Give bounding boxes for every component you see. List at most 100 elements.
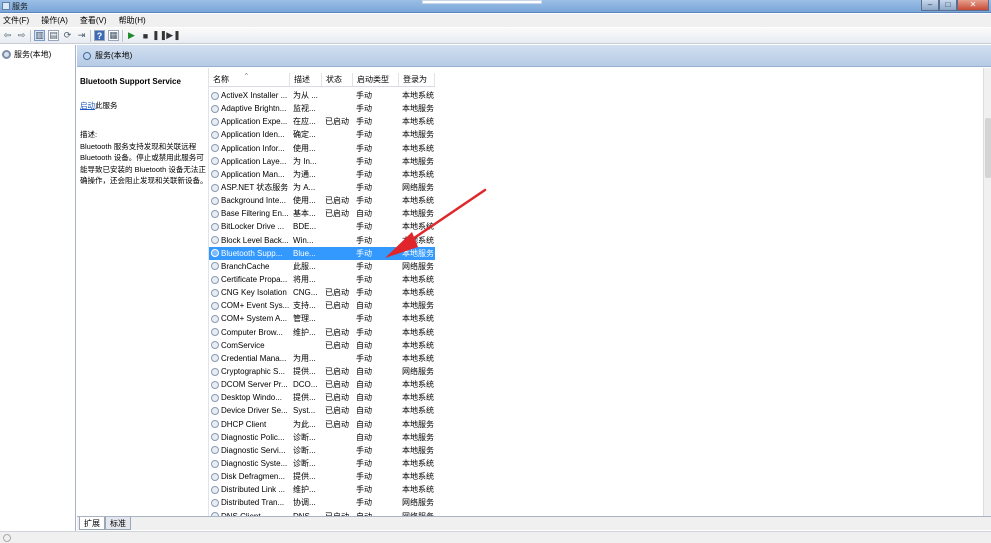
service-gear-icon: [211, 393, 219, 402]
service-row[interactable]: Credential Mana... 为用... 手动 本地系统: [209, 352, 435, 365]
service-name-text: Application Expe...: [221, 117, 288, 127]
service-row[interactable]: ActiveX Installer ... 为从 ... 手动 本地系统: [209, 89, 435, 102]
service-row[interactable]: COM+ System A... 管理... 手动 本地系统: [209, 312, 435, 325]
service-row[interactable]: ASP.NET 状态服务为 A... 手动 网络服务: [209, 181, 435, 194]
column-header-name[interactable]: 名称 ^: [209, 73, 290, 86]
menu-help[interactable]: 帮助(H): [119, 15, 146, 26]
service-description-cell: 支持...: [293, 301, 316, 311]
tab-standard[interactable]: 标准: [105, 517, 131, 530]
properties-sheet-icon[interactable]: ▤: [48, 30, 59, 41]
service-logon-cell: 本地服务: [402, 248, 434, 258]
service-row[interactable]: Cryptographic S... 提供... 已启动 自动 网络服务: [209, 365, 435, 378]
close-button[interactable]: ✕: [957, 0, 989, 11]
tree-node-services-local[interactable]: 服务(本地): [2, 49, 51, 60]
service-row[interactable]: Background Inte... 使用... 已启动 手动 本地系统: [209, 194, 435, 207]
service-row[interactable]: Device Driver Se... Syst... 已启动 自动 本地系统: [209, 404, 435, 417]
service-row[interactable]: Application Man... 为通... 手动 本地系统: [209, 168, 435, 181]
service-row[interactable]: Application Iden... 确定... 手动 本地服务: [209, 128, 435, 141]
content-header: 服务(本地): [77, 45, 991, 67]
column-header-startup-type[interactable]: 启动类型: [353, 73, 399, 86]
service-gear-icon: [211, 446, 219, 455]
forward-arrow-icon[interactable]: ⇨: [16, 30, 27, 41]
service-status-cell: 已启动: [325, 196, 349, 206]
service-logon-cell: 本地系统: [402, 169, 434, 179]
service-logon-cell: 本地服务: [402, 445, 434, 455]
service-row[interactable]: Bluetooth Supp... Blue... 手动 本地服务: [209, 246, 435, 260]
service-name-cell: COM+ Event Sys...: [209, 301, 290, 310]
start-service-line: 启动此服务: [80, 100, 204, 112]
service-row[interactable]: Computer Brow... 维护... 已启动 手动 本地系统: [209, 326, 435, 339]
restart-service-icon[interactable]: ▶❚: [166, 30, 180, 41]
maximize-button[interactable]: □: [939, 0, 957, 11]
scrollbar-thumb[interactable]: [985, 118, 991, 178]
service-row[interactable]: Diagnostic Syste... 诊断... 手动 本地系统: [209, 457, 435, 470]
tab-extended[interactable]: 扩展: [79, 517, 105, 530]
service-row[interactable]: Desktop Windo... 提供... 已启动 自动 本地系统: [209, 391, 435, 404]
pause-service-icon[interactable]: ❚❚: [152, 30, 167, 41]
stop-service-icon[interactable]: ■: [140, 30, 151, 41]
service-name-text: Diagnostic Polic...: [221, 432, 285, 442]
service-row[interactable]: Certificate Propa... 将用... 手动 本地系统: [209, 273, 435, 286]
service-gear-icon: [211, 301, 219, 310]
service-name-cell: Background Inte...: [209, 196, 290, 205]
service-row[interactable]: Application Infor... 使用... 手动 本地系统: [209, 142, 435, 155]
service-logon-cell: 本地系统: [402, 196, 434, 206]
export-list-icon[interactable]: ⇥: [76, 30, 87, 41]
start-service-link[interactable]: 启动: [80, 101, 95, 110]
menu-bar: 文件(F) 操作(A) 查看(V) 帮助(H): [0, 14, 991, 27]
service-row[interactable]: Diagnostic Servi... 诊断... 手动 本地服务: [209, 444, 435, 457]
service-name-text: Background Inte...: [221, 196, 286, 206]
minimize-button[interactable]: –: [921, 0, 939, 11]
service-name-cell: ActiveX Installer ...: [209, 91, 290, 100]
service-gear-icon: [211, 498, 219, 507]
description-label: 描述:: [80, 130, 98, 139]
service-row[interactable]: Application Laye... 为 In... 手动 本地服务: [209, 155, 435, 168]
service-name-text: Block Level Back...: [221, 235, 289, 245]
service-row[interactable]: Base Filtering En... 基本... 已启动 自动 本地服务: [209, 207, 435, 220]
column-header-status[interactable]: 状态: [322, 73, 353, 86]
refresh-icon[interactable]: ⟳: [62, 30, 73, 41]
menu-file[interactable]: 文件(F): [3, 15, 29, 26]
show-hide-tree-icon[interactable]: ▥: [34, 30, 45, 41]
service-row[interactable]: Application Expe... 在应... 已启动 手动 本地系统: [209, 115, 435, 128]
service-name-cell: Diagnostic Syste...: [209, 459, 290, 468]
help-icon[interactable]: ?: [94, 30, 105, 41]
service-row[interactable]: DCOM Server Pr... DCO... 已启动 自动 本地系统: [209, 378, 435, 391]
service-name-cell: DCOM Server Pr...: [209, 380, 290, 389]
menu-view[interactable]: 查看(V): [80, 15, 107, 26]
service-logon-cell: 本地服务: [402, 301, 434, 311]
service-row[interactable]: Distributed Tran... 协调... 手动 网络服务: [209, 496, 435, 509]
service-name-cell: COM+ System A...: [209, 314, 290, 323]
column-header-logon-as[interactable]: 登录为: [399, 73, 435, 86]
service-name-cell: BranchCache: [209, 262, 290, 271]
vertical-scrollbar[interactable]: [983, 68, 991, 518]
service-logon-cell: 本地服务: [402, 419, 434, 429]
service-name-text: CNG Key Isolation: [221, 288, 287, 298]
service-row[interactable]: Disk Defragmen... 提供... 手动 本地系统: [209, 470, 435, 483]
service-row[interactable]: BranchCache 此服... 手动 网络服务: [209, 260, 435, 273]
service-startup-type-cell: 自动: [356, 367, 372, 377]
menu-action[interactable]: 操作(A): [41, 15, 68, 26]
service-row[interactable]: COM+ Event Sys... 支持... 已启动 自动 本地服务: [209, 299, 435, 312]
service-name-text: DCOM Server Pr...: [221, 380, 288, 390]
column-header-description[interactable]: 描述: [290, 73, 322, 86]
service-name-cell: Cryptographic S...: [209, 367, 290, 376]
start-service-icon[interactable]: ▶: [126, 30, 137, 41]
view-tabs: 扩展 标准: [77, 516, 991, 530]
service-row[interactable]: DHCP Client 为此... 已启动 自动 本地服务: [209, 418, 435, 431]
service-row[interactable]: CNG Key Isolation CNG... 已启动 手动 本地系统: [209, 286, 435, 299]
service-row[interactable]: ComService 已启动 自动 本地系统: [209, 339, 435, 352]
service-name-cell: Application Expe...: [209, 117, 290, 126]
magnifier-icon: [83, 51, 91, 60]
service-row[interactable]: Diagnostic Polic... 诊断... 自动 本地服务: [209, 431, 435, 444]
service-row[interactable]: Adaptive Brightn... 监视... 手动 本地服务: [209, 102, 435, 115]
service-startup-type-cell: 手动: [356, 117, 372, 127]
service-name-text: ASP.NET 状态服务: [221, 183, 289, 193]
service-row[interactable]: BitLocker Drive ... BDE... 手动 本地系统: [209, 220, 435, 233]
details-view-icon[interactable]: ▦: [108, 30, 119, 41]
service-row[interactable]: Block Level Back... Win... 手动 本地系统: [209, 234, 435, 247]
service-row[interactable]: Distributed Link ... 维护... 手动 本地系统: [209, 483, 435, 496]
service-gear-icon: [211, 144, 219, 153]
service-name-text: BranchCache: [221, 261, 270, 271]
back-arrow-icon[interactable]: ⇦: [2, 30, 13, 41]
